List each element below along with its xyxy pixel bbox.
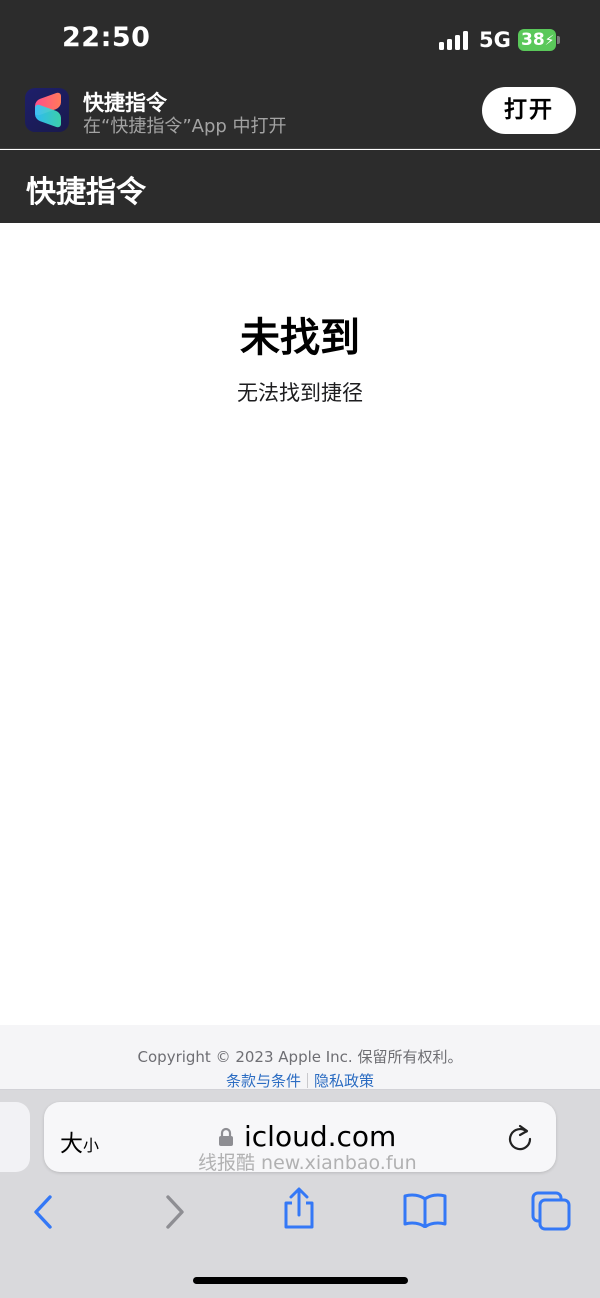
safari-bottom-bar: 大小 icloud.com 线报酷 new.xianbao.fun — [0, 1090, 600, 1298]
back-icon[interactable] — [30, 1193, 58, 1231]
not-found-title: 未找到 — [240, 315, 360, 361]
network-type: 5G — [479, 28, 511, 52]
copyright-text: Copyright © 2023 Apple Inc. 保留所有权利。 — [137, 1048, 463, 1066]
forward-icon[interactable] — [160, 1193, 188, 1231]
reload-icon[interactable] — [506, 1122, 534, 1152]
previous-tab-card[interactable] — [0, 1102, 30, 1172]
battery-level: 38 — [521, 30, 545, 50]
shortcuts-app-icon — [25, 88, 69, 132]
page-title: 快捷指令 — [26, 175, 146, 210]
battery-tip — [557, 36, 560, 44]
terms-link[interactable]: 条款与条件 — [226, 1072, 301, 1090]
bookmarks-icon[interactable] — [402, 1192, 448, 1228]
footer-links: 条款与条件 隐私政策 — [0, 1070, 600, 1091]
lock-icon — [219, 1127, 233, 1146]
open-app-button[interactable]: 打开 — [482, 87, 576, 134]
battery-icon: 38⚡ — [518, 29, 556, 51]
address-bar[interactable]: 大小 icloud.com 线报酷 new.xianbao.fun — [44, 1102, 556, 1174]
share-icon[interactable] — [280, 1187, 318, 1231]
page-footer: Copyright © 2023 Apple Inc. 保留所有权利。 条款与条… — [0, 1025, 600, 1090]
smart-app-banner: 快捷指令 在“快捷指令”App 中打开 打开 — [0, 78, 600, 149]
page-header: 快捷指令 — [0, 150, 600, 223]
status-bar: 22:50 5G 38⚡ — [0, 0, 600, 78]
status-time: 22:50 — [62, 22, 151, 53]
tabs-icon[interactable] — [530, 1190, 572, 1232]
main-content: 未找到 无法找到捷径 — [0, 223, 600, 1025]
charging-bolt-icon: ⚡ — [544, 33, 555, 49]
not-found-message: 无法找到捷径 — [237, 381, 363, 405]
watermark-text: 线报酷 new.xianbao.fun — [198, 1152, 417, 1174]
home-indicator — [193, 1277, 408, 1284]
signal-strength-icon — [439, 30, 469, 50]
aa-small-label: 小 — [83, 1136, 100, 1155]
privacy-link[interactable]: 隐私政策 — [314, 1072, 374, 1090]
banner-app-subtitle: 在“快捷指令”App 中打开 — [83, 116, 287, 137]
page-settings-button[interactable]: 大小 — [60, 1124, 99, 1158]
link-divider — [307, 1073, 308, 1088]
aa-big-label: 大 — [60, 1131, 83, 1157]
